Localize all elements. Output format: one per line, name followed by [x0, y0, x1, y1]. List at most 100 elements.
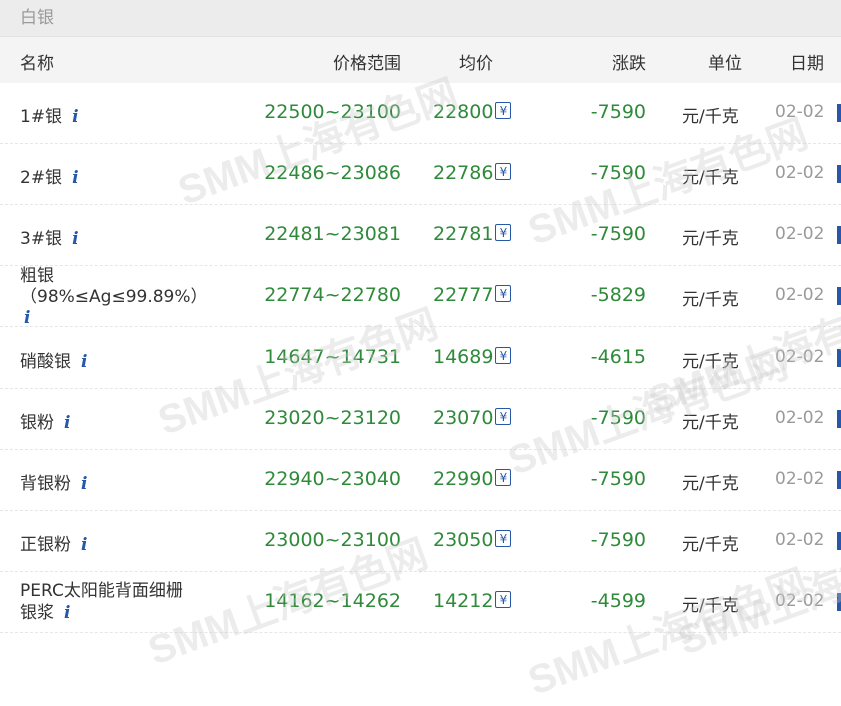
table-row: 粗银 （98%≤Ag≤99.89%） i 22774~22780 22777 ¥ -5829… [0, 266, 841, 329]
price-date: 02-02 [775, 285, 825, 305]
average-price-value: 22777 [433, 284, 494, 306]
product-name: 银粉 i [20, 408, 70, 433]
average-price: 14212 ¥ [433, 590, 512, 612]
average-price: 22990 ¥ [433, 468, 512, 490]
average-price-value: 22990 [433, 468, 494, 490]
product-name-sub: 银浆 i [20, 602, 183, 624]
price-change: -7590 [590, 101, 646, 123]
currency-chart-icon[interactable]: ¥ [495, 408, 512, 425]
average-price: 22800 ¥ [433, 101, 512, 123]
price-date: 02-02 [775, 591, 825, 611]
product-name-sub: （98%≤Ag≤99.89%） [20, 287, 208, 307]
price-unit: 元/千克 [682, 535, 739, 555]
price-change: -7590 [590, 529, 646, 551]
product-name-sub-text: 银浆 [20, 603, 54, 623]
price-unit: 元/千克 [682, 168, 739, 188]
info-icon[interactable]: i [81, 352, 87, 372]
average-price: 22781 ¥ [433, 223, 512, 245]
row-edge-marker [837, 410, 841, 428]
price-change: -5829 [590, 284, 646, 306]
average-price-value: 22786 [433, 162, 494, 184]
price-date: 02-02 [775, 102, 825, 122]
info-icon[interactable]: i [72, 168, 78, 188]
currency-chart-icon[interactable]: ¥ [495, 469, 512, 486]
product-name: 粗银 （98%≤Ag≤99.89%） i [20, 266, 220, 329]
info-icon[interactable]: i [81, 535, 87, 555]
price-range: 22481~23081 [264, 223, 401, 245]
price-change: -7590 [590, 162, 646, 184]
product-name: 正银粉 i [20, 530, 87, 555]
price-range: 22940~23040 [264, 468, 401, 490]
product-name-line: 粗银 [20, 266, 54, 286]
table-row: 1#银 i 22500~23100 22800 ¥ -7590 元/千克 02-02 [0, 83, 841, 144]
table-row: 硝酸银 i 14647~14731 14689 ¥ -4615 元/千克 02-02 [0, 328, 841, 389]
info-line: i [20, 308, 220, 329]
header-name: 名称 [20, 54, 54, 74]
price-range: 22500~23100 [264, 101, 401, 123]
product-name-text: 银粉 [20, 413, 54, 433]
product-name-text: 1#银 [20, 107, 63, 127]
product-name-text: 正银粉 [20, 535, 71, 555]
product-name-text: 硝酸银 [20, 352, 71, 372]
price-unit: 元/千克 [682, 413, 739, 433]
average-price-value: 14689 [433, 346, 494, 368]
price-change: -4615 [590, 346, 646, 368]
info-icon[interactable]: i [81, 474, 87, 494]
price-date: 02-02 [775, 469, 825, 489]
product-name: 硝酸银 i [20, 347, 87, 372]
info-icon[interactable]: i [24, 308, 30, 328]
row-edge-marker [837, 349, 841, 367]
price-unit: 元/千克 [682, 229, 739, 249]
currency-chart-icon[interactable]: ¥ [495, 530, 512, 547]
price-unit: 元/千克 [682, 596, 739, 616]
row-edge-marker [837, 532, 841, 550]
table-row: 正银粉 i 23000~23100 23050 ¥ -7590 元/千克 02-02 [0, 511, 841, 572]
currency-chart-icon[interactable]: ¥ [495, 285, 512, 302]
average-price: 23050 ¥ [433, 529, 512, 551]
header-range: 价格范围 [333, 54, 401, 74]
price-range: 22774~22780 [264, 284, 401, 306]
currency-chart-icon[interactable]: ¥ [495, 591, 512, 608]
price-unit: 元/千克 [682, 474, 739, 494]
table-header: 名称 价格范围 均价 涨跌 单位 日期 [0, 37, 841, 83]
price-range: 23020~23120 [264, 407, 401, 429]
average-price: 22786 ¥ [433, 162, 512, 184]
price-unit: 元/千克 [682, 290, 739, 310]
currency-chart-icon[interactable]: ¥ [495, 163, 512, 180]
price-change: -7590 [590, 407, 646, 429]
average-price: 23070 ¥ [433, 407, 512, 429]
info-icon[interactable]: i [64, 413, 70, 433]
price-date: 02-02 [775, 347, 825, 367]
average-price-value: 22800 [433, 101, 494, 123]
price-range: 23000~23100 [264, 529, 401, 551]
info-icon[interactable]: i [64, 603, 70, 623]
row-edge-marker [837, 165, 841, 183]
average-price-value: 14212 [433, 590, 494, 612]
product-name: 背银粉 i [20, 469, 87, 494]
average-price-value: 23070 [433, 407, 494, 429]
product-name: 1#银 i [20, 102, 79, 127]
header-avg: 均价 [459, 54, 493, 74]
price-range: 14162~14262 [264, 590, 401, 612]
currency-chart-icon[interactable]: ¥ [495, 102, 512, 119]
price-date: 02-02 [775, 224, 825, 244]
product-name-line: PERC太阳能背面细栅 [20, 581, 183, 601]
product-name: PERC太阳能背面细栅 银浆 i [20, 580, 183, 624]
price-range: 22486~23086 [264, 162, 401, 184]
price-unit: 元/千克 [682, 107, 739, 127]
info-icon[interactable]: i [72, 229, 78, 249]
price-date: 02-02 [775, 530, 825, 550]
price-unit: 元/千克 [682, 352, 739, 372]
price-range: 14647~14731 [264, 346, 401, 368]
price-change: -7590 [590, 468, 646, 490]
currency-chart-icon[interactable]: ¥ [495, 347, 512, 364]
product-name-text: 2#银 [20, 168, 63, 188]
price-date: 02-02 [775, 163, 825, 183]
currency-chart-icon[interactable]: ¥ [495, 224, 512, 241]
header-unit: 单位 [708, 54, 742, 74]
average-price-value: 22781 [433, 223, 494, 245]
info-icon[interactable]: i [72, 107, 78, 127]
price-change: -4599 [590, 590, 646, 612]
row-edge-marker [837, 471, 841, 489]
average-price: 22777 ¥ [433, 284, 512, 306]
